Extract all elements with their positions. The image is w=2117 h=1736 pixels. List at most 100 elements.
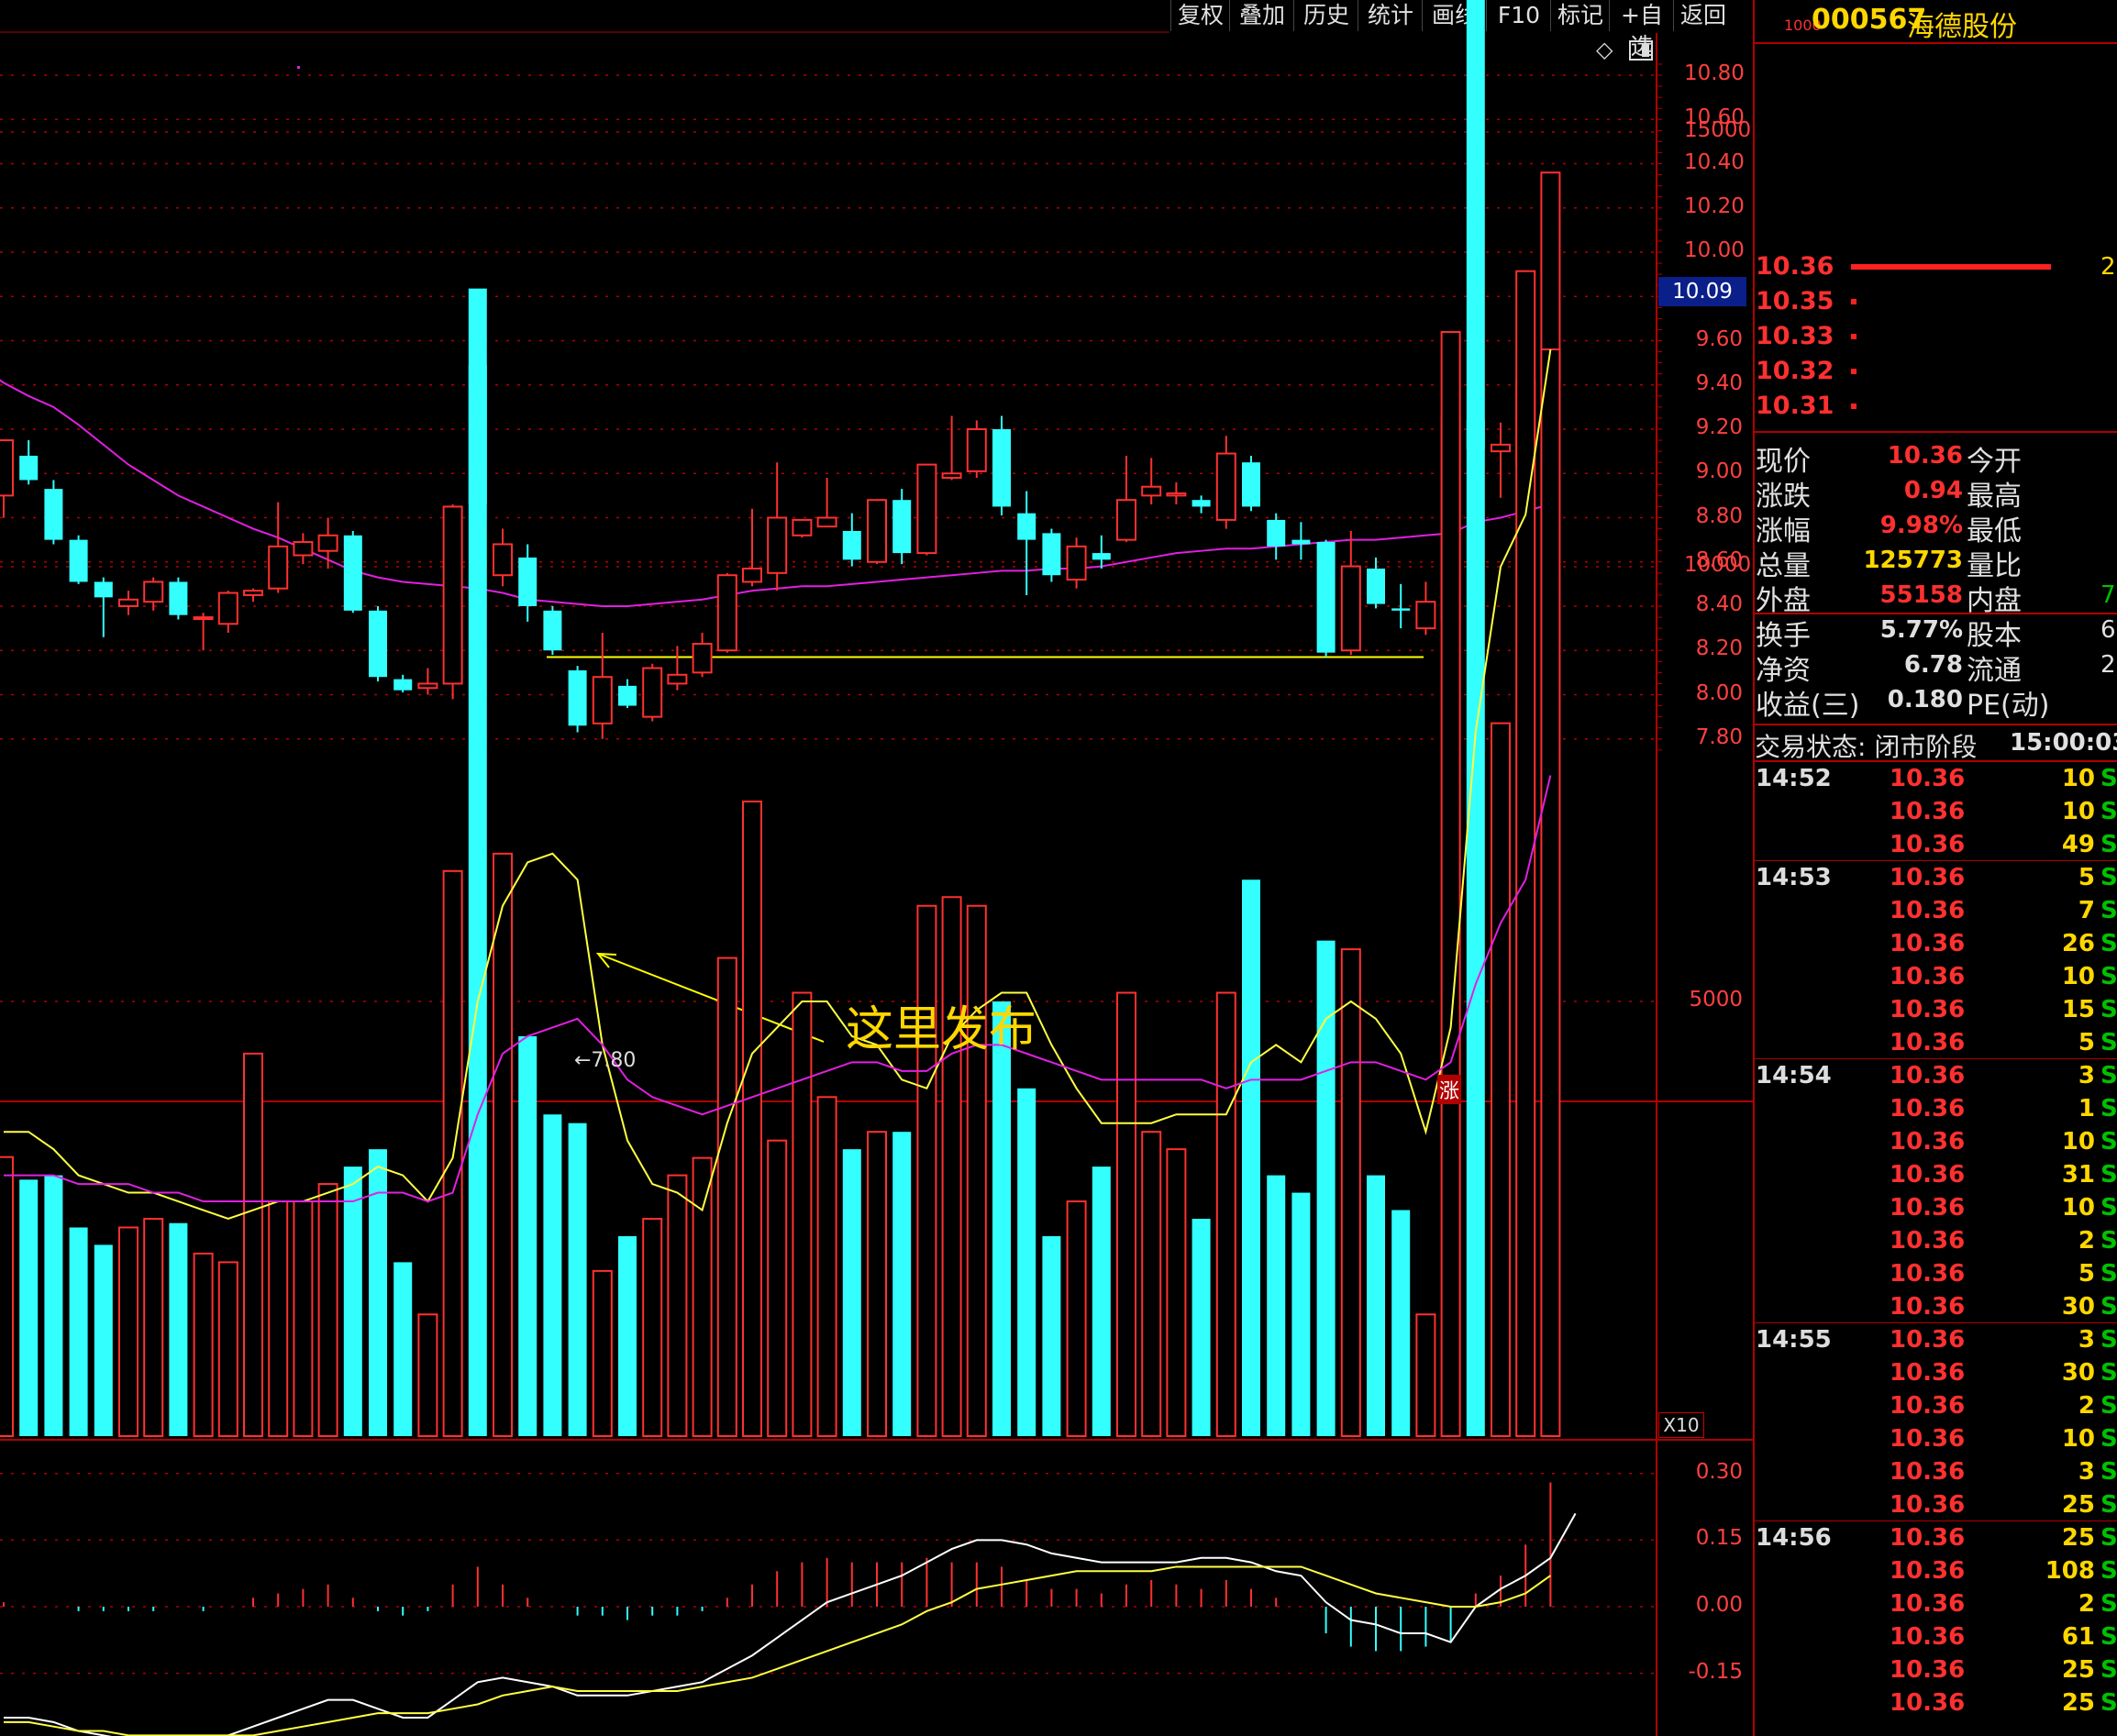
macd-axis-label: -0.15 [1688,1659,1743,1684]
candle-body-up [692,643,713,674]
tick-volume: 10 [2061,765,2095,792]
volume-bar-up [742,800,762,1437]
price-axis-label: 9.20 [1695,415,1743,439]
tick-price: 10.36 [1890,1062,1966,1089]
tick-volume: 30 [2061,1359,2095,1387]
macd-axis-label: 0.15 [1695,1526,1743,1551]
volume-bar-down [1367,1175,1385,1436]
tick-side-flag: S [2100,798,2117,825]
quote-value: 5.77% [1879,616,1963,644]
quote-value: 55158 [1879,581,1963,609]
volume-bar-down [618,1235,637,1436]
tick-price: 10.36 [1890,1557,1966,1585]
tick-side-flag: S [2100,1260,2117,1288]
candle-body-up [1340,565,1361,652]
volume-bar-down [169,1222,188,1436]
trade-state-time: 15:00:03 [2010,729,2117,757]
stock-header: 1000 000567 海德股份 [1753,0,2117,44]
tick-price: 10.36 [1890,963,1966,990]
candle-body-down [1042,533,1061,576]
volume-bar-down [992,1001,1011,1436]
volume-bar-down [1017,1088,1036,1436]
chart-canvas[interactable] [0,0,1753,1736]
candle-body-down [1291,539,1311,545]
tick-volume: 7 [2078,897,2095,924]
tick-side-flag: S [2100,1128,2117,1155]
volume-bar-up [1440,331,1461,1437]
volume-bar-down [842,1149,861,1436]
price-axis-label: 8.00 [1695,680,1743,705]
order-book-price[interactable]: 10.31 [1756,389,1834,424]
quote-value: 2. [2100,651,2117,679]
volume-bar-down [69,1227,88,1436]
volume-bar-up [217,1261,238,1438]
tick-side-flag: S [2100,1524,2117,1552]
tick-side-flag: S [2100,765,2117,792]
volume-bar-up [792,991,813,1438]
stock-name[interactable]: 海德股份 [1907,4,2017,44]
tick-volume: 2 [2078,1392,2095,1420]
candle-body-down [892,500,912,554]
volume-axis-label: 15000 [1684,118,1752,142]
tick-volume: 5 [2078,864,2095,891]
quote-value: 9.98% [1879,512,1963,539]
diamond-icon[interactable]: ◇ [1596,39,1613,61]
volume-bar-up [1116,991,1136,1438]
annotation-arrow [597,953,825,1043]
candle-body-down [1242,462,1260,507]
tick-price: 10.36 [1890,798,1966,825]
candle-body-down [69,539,88,582]
tick-price: 10.36 [1890,1623,1966,1651]
order-book-volume-bar [1851,369,1857,374]
candle-body-up [243,590,263,596]
volume-bar-up [642,1218,663,1437]
tick-volume: 25 [2061,1491,2095,1519]
volume-bar-up [966,904,987,1437]
candle-body-up [1166,492,1187,497]
candle-body-up [1415,601,1436,630]
order-book-price[interactable]: 10.33 [1756,319,1834,354]
volume-bar-up [1066,1200,1087,1438]
order-book-price[interactable]: 10.32 [1756,354,1834,389]
price-axis-label: 10.20 [1684,194,1745,218]
volume-bar-down [518,1035,538,1436]
tick-volume: 31 [2061,1161,2095,1189]
tick-price: 10.36 [1890,1128,1966,1155]
tick-price: 10.36 [1890,1095,1966,1122]
tick-price: 10.36 [1890,1326,1966,1354]
volume-bar-up [1415,1313,1436,1438]
quote-value: 6. [2100,616,2117,644]
quote-value: 7 [2100,581,2116,609]
tick-side-flag: S [2100,1557,2117,1585]
candle-body-up [442,505,463,685]
volume-bar-down [19,1179,39,1436]
volume-bar-up [493,852,513,1437]
tick-group-separator [1753,1058,2117,1059]
volume-bar-up [1166,1148,1187,1438]
price-axis-label: 8.40 [1695,592,1743,616]
candle-body-up [193,616,214,621]
tick-side-flag: S [2100,831,2117,858]
tick-volume: 25 [2061,1689,2095,1717]
panel-toggle-icon[interactable] [1629,40,1653,61]
order-book-volume-bar [1851,404,1857,409]
tick-price: 10.36 [1890,1227,1966,1255]
tick-price: 10.36 [1890,1359,1966,1387]
quote-value: 125773 [1863,547,1963,574]
tick-group-separator [1753,1322,2117,1323]
price-axis-label: 10.00 [1684,238,1745,262]
limit-up-mark: 涨 [1437,1075,1462,1104]
tick-volume: 15 [2061,996,2095,1023]
order-book-price[interactable]: 10.35 [1756,284,1834,319]
volume-bar-down [1391,1210,1411,1436]
tick-volume: 49 [2061,831,2095,858]
trade-state-label: 交易状态: 闭市阶段 [1755,732,1978,762]
tick-volume: 10 [2061,798,2095,825]
tick-volume: 5 [2078,1260,2095,1288]
candle-body-down [1192,500,1211,507]
volume-bar-down [393,1262,413,1436]
volume-bar-down [568,1122,587,1436]
tick-side-flag: S [2100,963,2117,990]
volume-bar-down [44,1175,63,1436]
order-book-price[interactable]: 10.36 [1756,249,1834,284]
